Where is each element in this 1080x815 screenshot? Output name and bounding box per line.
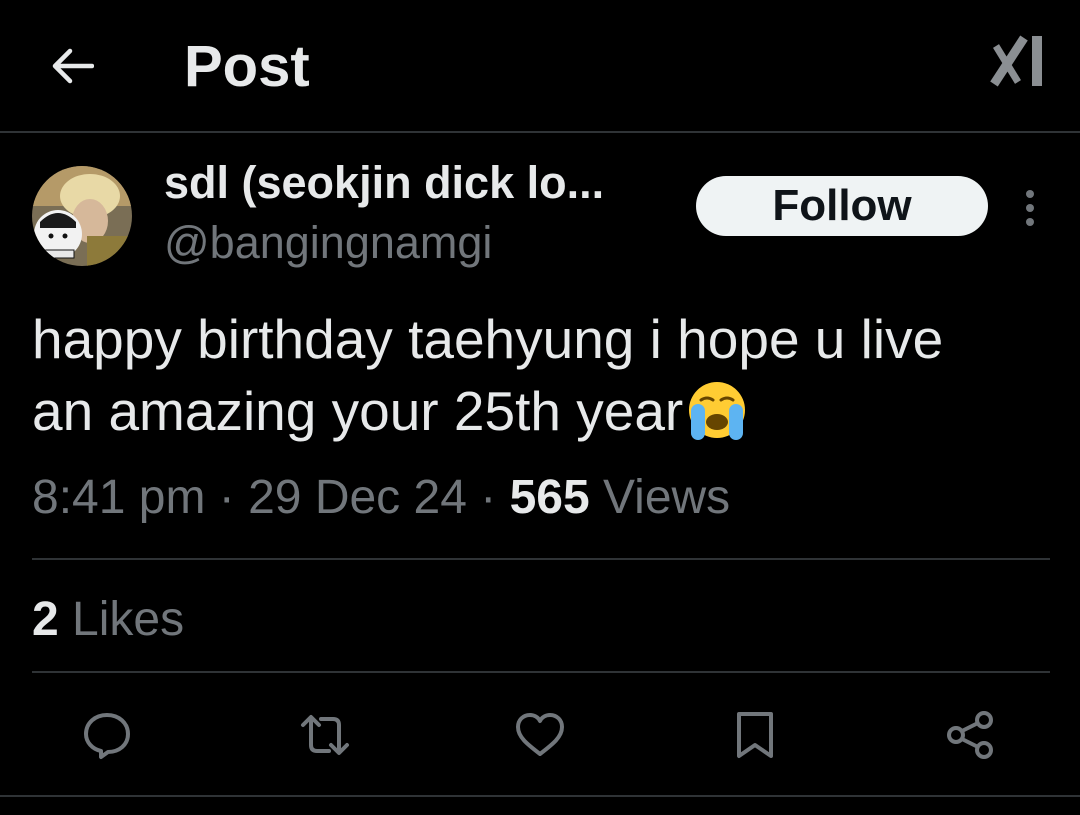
loudly-crying-face-emoji — [689, 382, 746, 440]
post-date[interactable]: 29 Dec 24 — [248, 471, 467, 524]
heart-icon — [516, 713, 564, 756]
post-text-segment: an amazing your 25th year — [32, 380, 684, 442]
post-text-line: happy birthday taehyung i hope u live — [32, 308, 944, 370]
meta-separator: · — [205, 471, 249, 524]
repost-button[interactable] — [290, 700, 360, 770]
reply-button[interactable] — [72, 700, 142, 770]
author-handle[interactable]: @bangingnamgi — [164, 216, 492, 270]
likes-count: 2 — [32, 593, 59, 646]
share-button[interactable] — [935, 700, 1005, 770]
post-time[interactable]: 8:41 pm — [32, 471, 205, 524]
author-display-name[interactable]: sdl (seokjin dick lo... — [164, 156, 604, 210]
more-options-button[interactable] — [1010, 180, 1050, 236]
bookmark-icon — [737, 712, 773, 758]
divider — [0, 795, 1080, 797]
views-label: Views — [603, 471, 731, 524]
top-bar: Post — [0, 0, 1080, 133]
views-count: 565 — [509, 471, 590, 524]
reply-icon — [84, 713, 130, 759]
post-text: happy birthday taehyung i hope u live an… — [32, 303, 1052, 447]
avatar[interactable] — [32, 166, 132, 266]
share-icon — [947, 711, 993, 759]
arrow-left-icon — [52, 48, 94, 84]
like-button[interactable] — [505, 700, 575, 770]
likes-summary[interactable]: 2 Likes — [32, 590, 184, 650]
likes-label: Likes — [72, 593, 185, 646]
page-title: Post — [184, 34, 310, 99]
divider — [32, 558, 1050, 560]
follow-button[interactable]: Follow — [696, 176, 988, 236]
meta-separator: · — [466, 471, 510, 524]
post-text-line: an amazing your 25th year — [32, 375, 1052, 447]
repost-icon — [301, 715, 349, 755]
more-vertical-icon — [1026, 190, 1034, 226]
post-page: Post sdl (seokjin dick lo... @bangingnam… — [0, 0, 1080, 815]
bookmark-button[interactable] — [720, 700, 790, 770]
action-bar — [0, 700, 1080, 770]
post-meta: 8:41 pm · 29 Dec 24 · 565 Views — [32, 468, 730, 528]
divider — [32, 671, 1050, 673]
back-button[interactable] — [40, 38, 104, 94]
x-logo-icon[interactable] — [990, 32, 1046, 90]
